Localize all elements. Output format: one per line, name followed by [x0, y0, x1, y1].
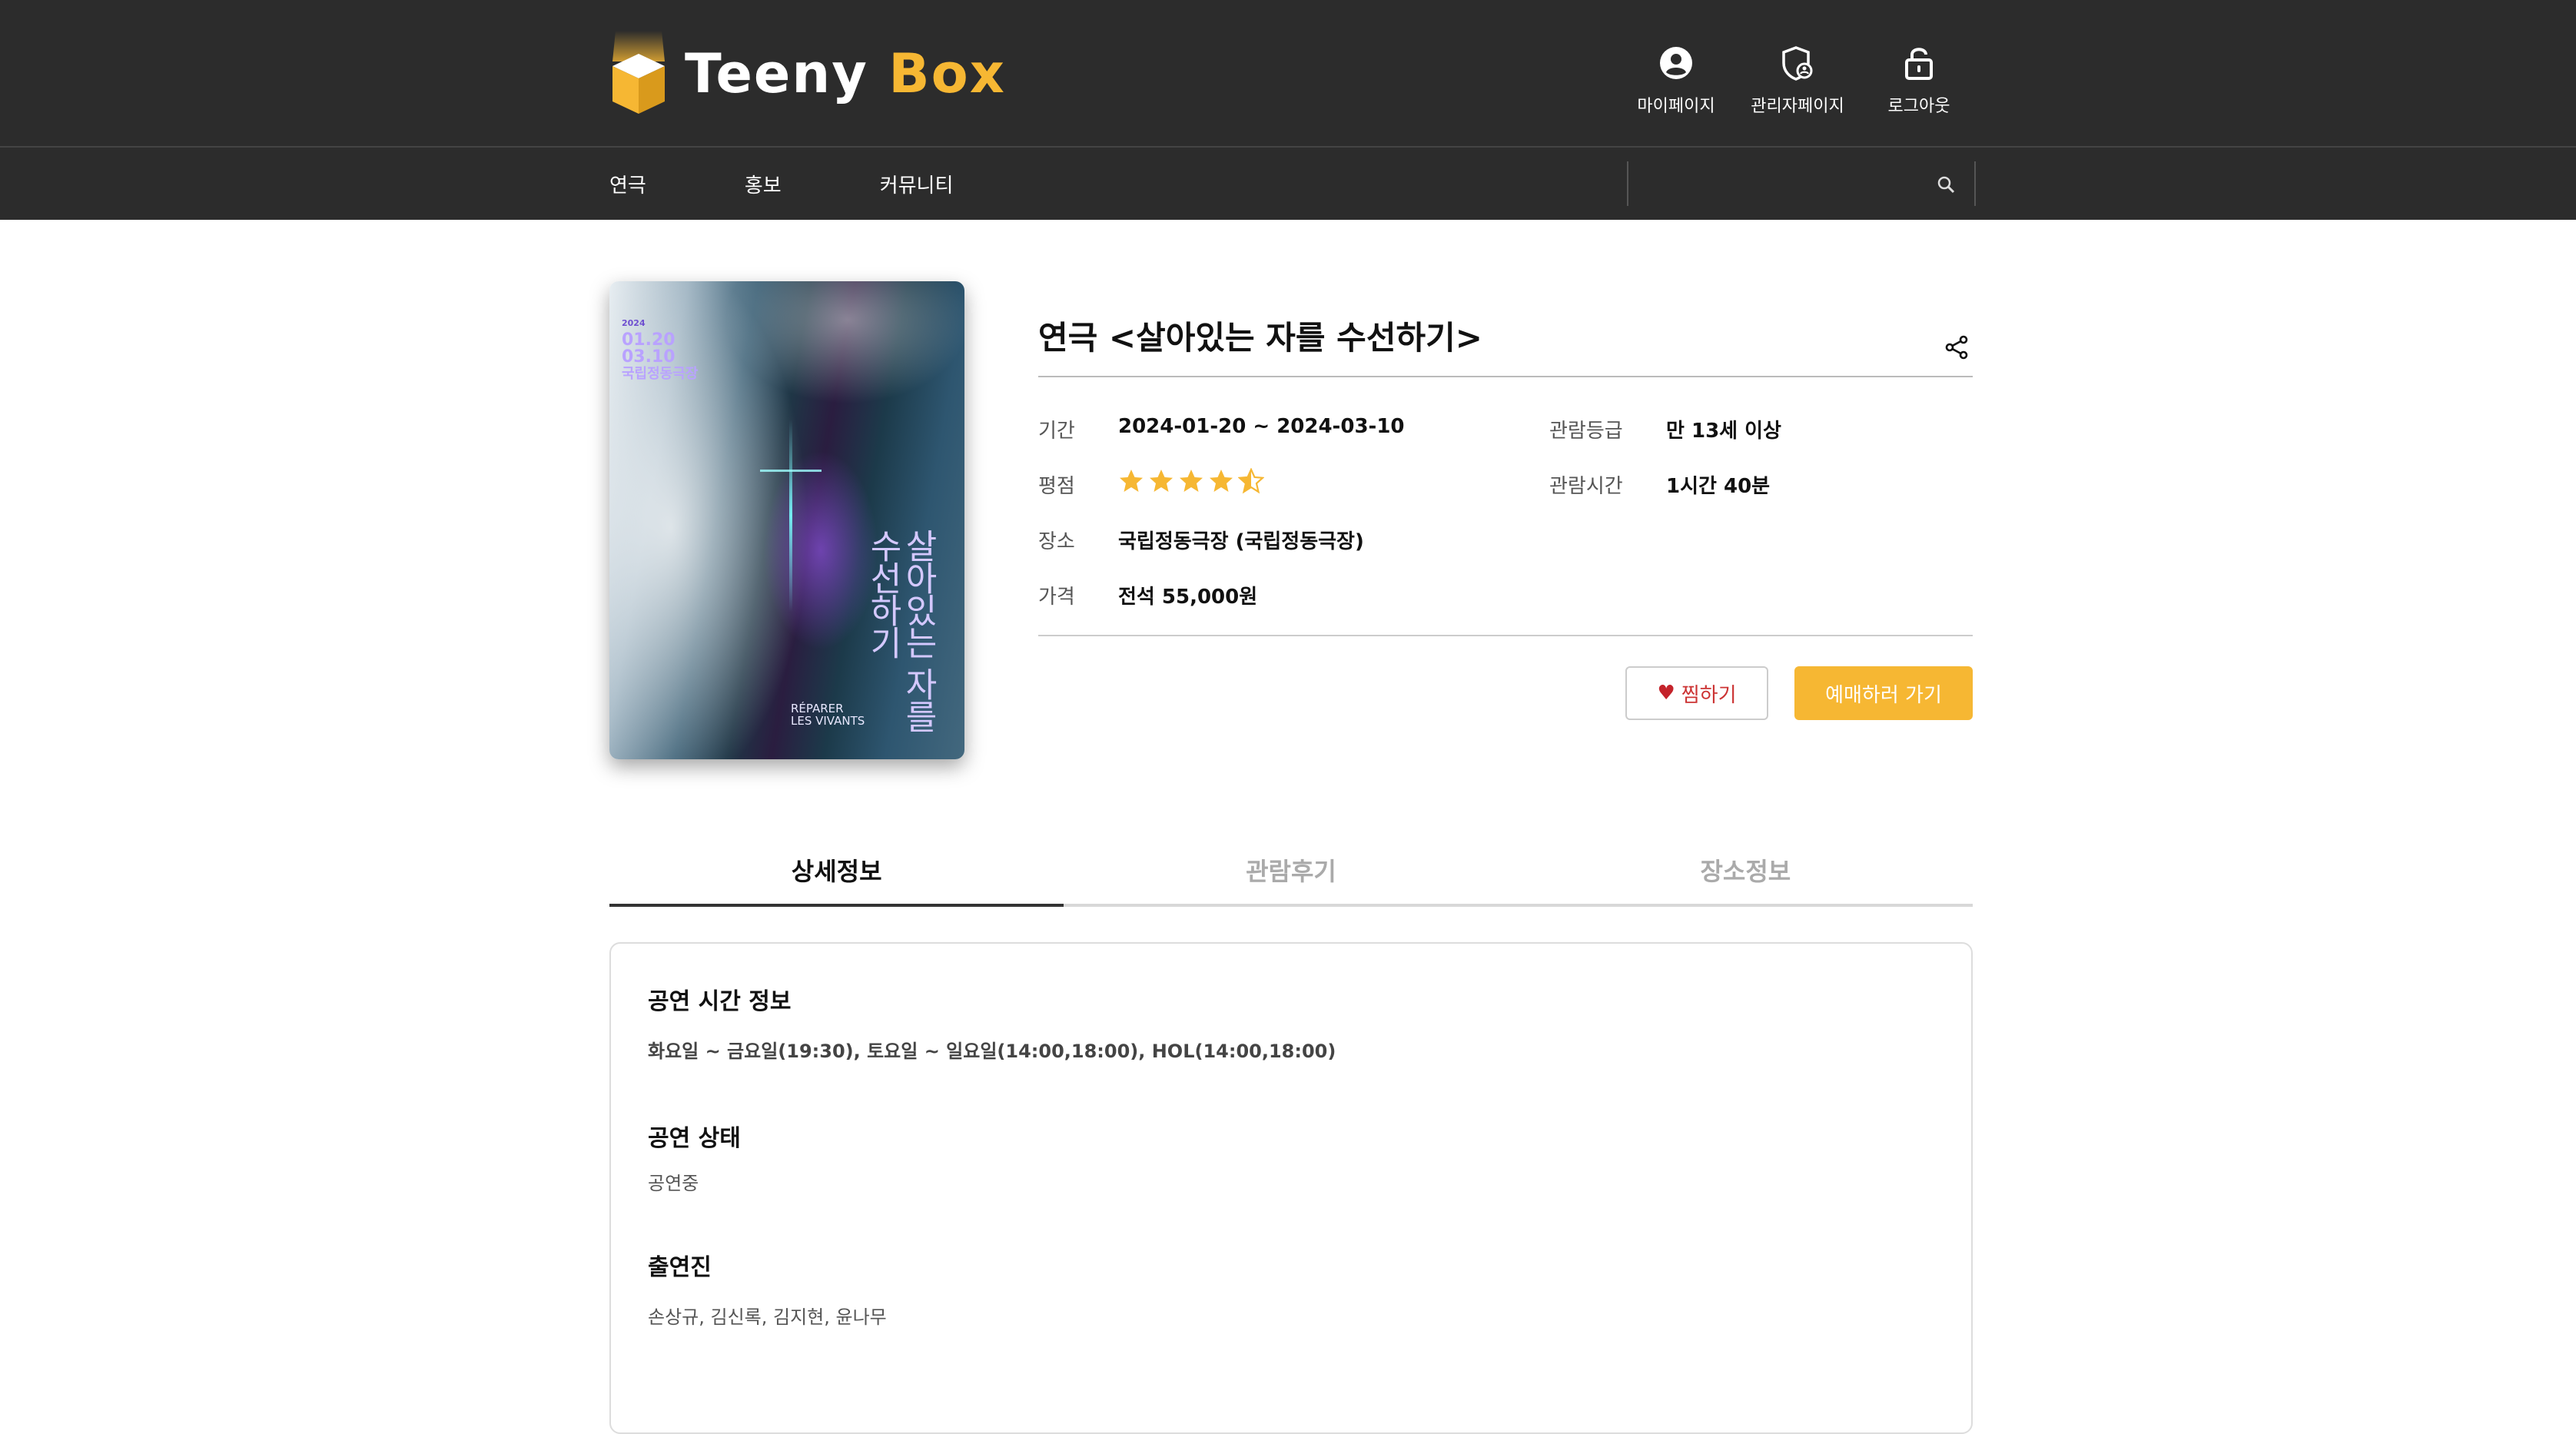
top-header: Teeny Box 마이페이지 관리자페이지 로그아웃 — [0, 0, 2576, 148]
rating-stars — [1118, 468, 1264, 494]
user-circle-icon — [1660, 47, 1692, 79]
poster-date: 2024 01.20 03.10 국립정동극장 — [622, 315, 698, 383]
unlock-icon — [1905, 48, 1933, 80]
poster-date-end: 03.10 — [622, 347, 676, 367]
poster-title-en-1: RÉPARER — [791, 702, 844, 715]
poster-foam-top — [725, 281, 964, 404]
menu-item-promo[interactable]: 홍보 — [745, 170, 782, 198]
title-divider — [1038, 376, 1973, 377]
runtime-value: 1시간 40분 — [1666, 475, 1771, 498]
heart-icon: ♥ — [1657, 682, 1675, 705]
detail-panel: 공연 시간 정보 화요일 ~ 금요일(19:30), 토요일 ~ 일요일(14:… — [609, 942, 1973, 1434]
like-label: 찜하기 — [1681, 683, 1737, 707]
period-value: 2024-01-20 ~ 2024-03-10 — [1118, 415, 1405, 438]
rating-label: 평점 — [1038, 475, 1075, 498]
time-info-text: 화요일 ~ 금요일(19:30), 토요일 ~ 일요일(14:00,18:00)… — [648, 1041, 1336, 1062]
venue-label: 장소 — [1038, 530, 1075, 553]
logo-text: Teeny Box — [685, 47, 1006, 101]
show-poster: 2024 01.20 03.10 국립정동극장 살아있는 자를 수선하기 RÉP… — [609, 281, 964, 759]
price-value: 전석 55,000원 — [1118, 586, 1258, 609]
age-label: 관람등급 — [1549, 420, 1623, 443]
header-nav: 마이페이지 관리자페이지 로그아웃 — [1634, 43, 1961, 117]
poster-beam-cross — [760, 470, 822, 472]
tab-detail-info[interactable]: 상세정보 — [609, 848, 1064, 907]
logout-label: 로그아웃 — [1887, 97, 1950, 116]
half-star-icon — [1238, 468, 1264, 494]
reserve-button[interactable]: 예매하러 가기 — [1794, 666, 1973, 720]
info-divider — [1038, 635, 1973, 636]
poster-beam — [789, 420, 792, 612]
cast-text: 손상규, 김신록, 김지현, 윤나무 — [648, 1306, 887, 1328]
star-icon — [1150, 470, 1173, 492]
box-logo-icon — [609, 31, 668, 117]
venue-value: 국립정동극장 (국립정동극장) — [1118, 530, 1364, 553]
admin-shield-icon — [1782, 46, 1813, 81]
star-icon — [1120, 470, 1143, 492]
reserve-label: 예매하러 가기 — [1825, 683, 1942, 707]
poster-date-start: 01.20 — [622, 330, 676, 350]
share-icon[interactable] — [1943, 334, 1970, 361]
logo-teeny: Teeny — [685, 42, 868, 105]
menu-item-community[interactable]: 커뮤니티 — [880, 170, 954, 198]
tab-reviews[interactable]: 관람후기 — [1064, 848, 1518, 904]
poster-title-en-2: LES VIVANTS — [791, 714, 865, 728]
logo[interactable]: Teeny Box — [609, 31, 1006, 117]
tab-venue-info[interactable]: 장소정보 — [1519, 848, 1973, 904]
mypage-label: 마이페이지 — [1637, 97, 1715, 116]
search-input[interactable] — [1641, 168, 1920, 201]
status-text: 공연중 — [648, 1173, 699, 1194]
admin-link[interactable]: 관리자페이지 — [1751, 43, 1844, 117]
poster-title-vertical: 살아있는 자를 수선하기 — [863, 529, 938, 732]
detail-tabs: 상세정보 관람후기 장소정보 — [609, 848, 1973, 907]
runtime-label: 관람시간 — [1549, 475, 1623, 498]
search-icon[interactable] — [1936, 174, 1956, 194]
poster-glow — [763, 450, 878, 650]
star-icon — [1180, 470, 1203, 492]
cast-title: 출연진 — [648, 1254, 712, 1281]
logo-box-text: Box — [888, 42, 1006, 105]
price-label: 가격 — [1038, 586, 1075, 609]
star-icon — [1210, 470, 1233, 492]
age-value: 만 13세 이상 — [1666, 420, 1781, 443]
main-nav: 연극 홍보 커뮤니티 — [0, 148, 2576, 220]
poster-venue: 국립정동극장 — [622, 366, 699, 382]
poster-year: 2024 — [622, 318, 646, 328]
logout-link[interactable]: 로그아웃 — [1877, 43, 1961, 117]
admin-label: 관리자페이지 — [1751, 97, 1844, 116]
like-button[interactable]: ♥ 찜하기 — [1625, 666, 1768, 720]
mypage-link[interactable]: 마이페이지 — [1634, 43, 1718, 117]
period-label: 기간 — [1038, 420, 1075, 443]
time-info-title: 공연 시간 정보 — [648, 988, 792, 1015]
show-title: 연극 <살아있는 자를 수선하기> — [1038, 319, 1482, 357]
category-menu: 연극 홍보 커뮤니티 — [609, 148, 1051, 220]
status-title: 공연 상태 — [648, 1125, 741, 1152]
menu-item-play[interactable]: 연극 — [609, 170, 646, 198]
search-box — [1627, 161, 1976, 206]
poster-title-en: RÉPARER LES VIVANTS — [791, 702, 865, 727]
